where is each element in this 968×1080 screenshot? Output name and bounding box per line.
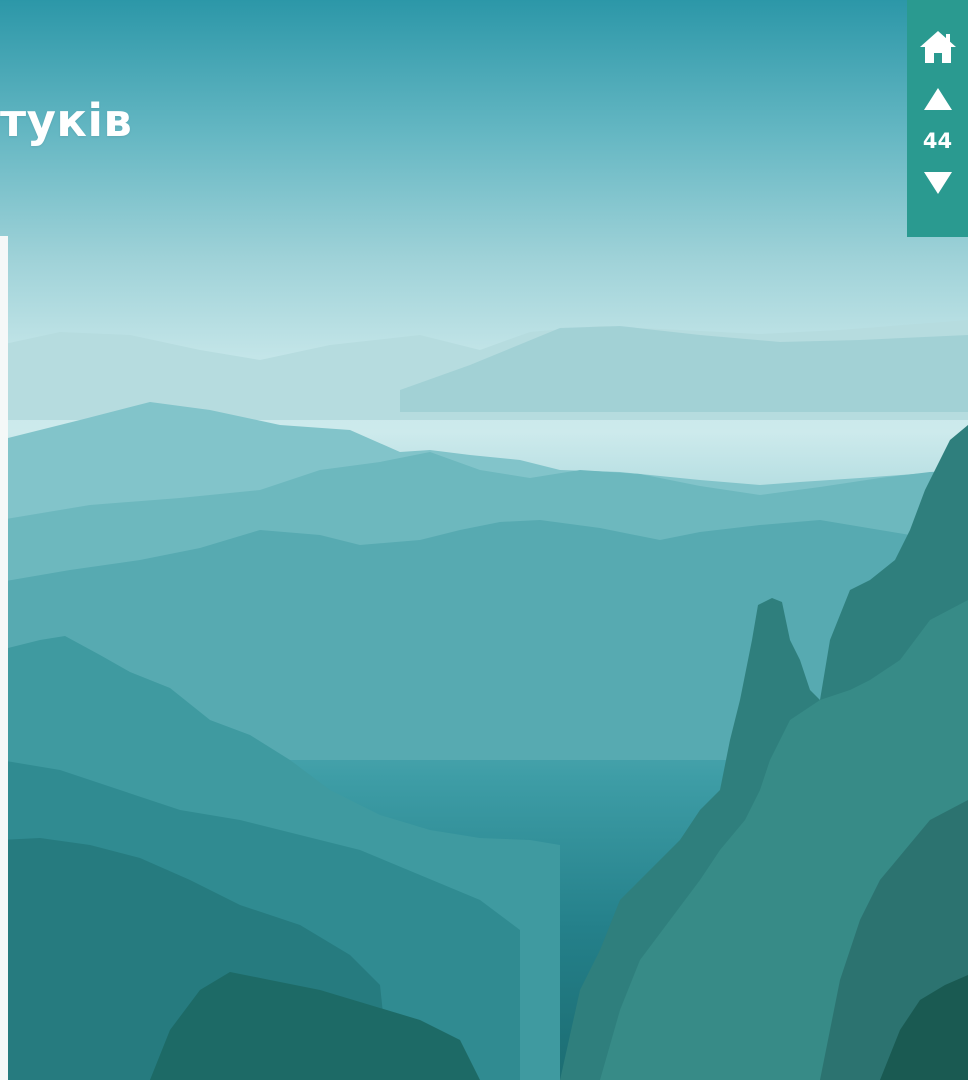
triangle-down-icon [923, 172, 952, 194]
content-panel-edge [0, 236, 8, 1080]
home-icon [919, 31, 956, 63]
slide-navigation: 44 [907, 0, 968, 237]
home-button[interactable] [918, 28, 958, 66]
mountain-landscape-image [0, 320, 968, 1080]
page-number: 44 [922, 129, 953, 153]
page-title: тукiв [0, 94, 133, 147]
previous-page-button[interactable] [920, 84, 956, 114]
next-page-button[interactable] [920, 168, 956, 198]
triangle-up-icon [923, 88, 952, 110]
